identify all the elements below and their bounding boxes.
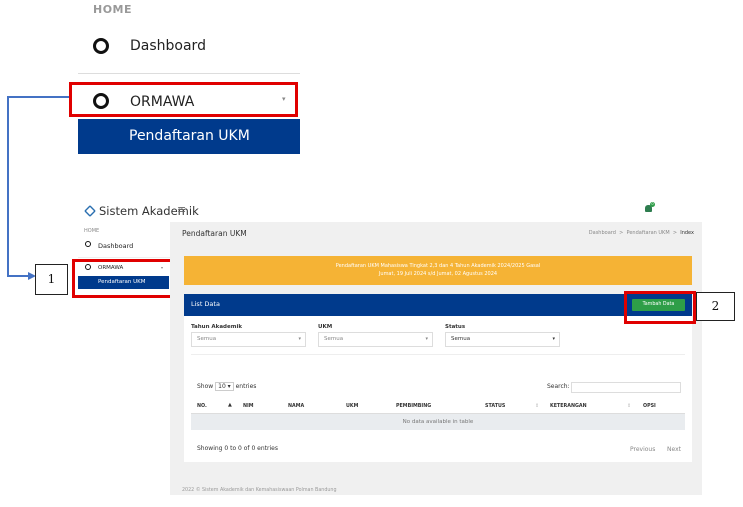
column-header-nim[interactable]: NIM	[243, 404, 254, 409]
show-label: Show	[197, 383, 214, 390]
filter-status-label: Status	[445, 324, 466, 330]
breadcrumb-index: Index	[680, 230, 694, 236]
sort-icon: ⇕	[627, 403, 632, 409]
breadcrumb-dashboard[interactable]: Dashboard	[589, 230, 616, 236]
circle-icon	[85, 241, 91, 247]
filter-tahun-value: Semua	[197, 336, 217, 342]
page-length-select[interactable]: 10 ▾	[215, 382, 234, 391]
banner-line-2: Jumat, 19 Juli 2024 s/d Jumat, 02 Agustu…	[378, 271, 498, 277]
breadcrumb: Dashboard > Pendaftaran UKM > Index	[589, 230, 694, 236]
banner-line-1: Pendaftaran UKM Mahasiswa Tingkat 2,3 da…	[335, 263, 541, 269]
column-header-no[interactable]: NO.	[197, 404, 207, 409]
filter-status-value: Semua	[451, 336, 471, 342]
breadcrumb-separator: >	[672, 230, 678, 236]
callout-number-2: 2	[696, 292, 735, 321]
highlight-add-button	[624, 291, 696, 324]
filter-ukm-select[interactable]: Semua ▾	[318, 332, 433, 347]
breadcrumb-separator: >	[619, 230, 624, 236]
previous-page-button[interactable]: Previous	[630, 446, 655, 453]
announcement-banner: Pendaftaran UKM Mahasiswa Tingkat 2,3 da…	[184, 256, 692, 285]
sidebar-dashboard-link[interactable]: Dashboard	[98, 242, 133, 250]
column-header-keterangan[interactable]: KETERANGAN	[550, 404, 587, 409]
list-title: List Data	[191, 300, 220, 308]
sort-asc-icon: ▲	[228, 402, 232, 408]
main-content: Pendaftaran UKM Dashboard > Pendaftaran …	[170, 222, 702, 495]
entries-label: entries	[235, 383, 257, 390]
list-card: List Data Tambah Data Tahun Akademik Sem…	[184, 294, 692, 462]
search-label: Search:	[547, 383, 570, 390]
table-empty-row: No data available in table	[191, 414, 685, 430]
filter-divider	[191, 354, 685, 355]
filter-tahun-label: Tahun Akademik	[191, 324, 242, 330]
page-footer: 2022 © Sistem Akademik dan Kemahasiswaan…	[182, 488, 337, 493]
chevron-down-icon: ▾	[425, 336, 428, 342]
breadcrumb-pendaftaran[interactable]: Pendaftaran UKM	[627, 230, 670, 236]
chevron-down-icon: ▾	[552, 336, 555, 342]
length-control: Show 10 ▾ entries	[197, 382, 257, 391]
sidebar-home-label: HOME	[84, 228, 100, 234]
sidebar-divider	[78, 257, 170, 258]
column-header-status[interactable]: STATUS	[485, 404, 505, 409]
search-input[interactable]	[571, 382, 681, 393]
next-page-button[interactable]: Next	[667, 446, 681, 453]
page-title: Pendaftaran UKM	[182, 229, 247, 238]
page-length-value: 10	[218, 383, 226, 390]
table-info: Showing 0 to 0 of 0 entries	[197, 445, 278, 452]
highlight-sidebar-ormawa	[72, 259, 178, 298]
sort-icon: ⇕	[535, 403, 540, 409]
column-header-nama[interactable]: NAMA	[288, 404, 304, 409]
column-header-pembimbing[interactable]: PEMBIMBING	[396, 404, 431, 409]
filter-ukm-value: Semua	[324, 336, 344, 342]
column-header-opsi[interactable]: OPSI	[643, 404, 656, 409]
hamburger-menu-icon[interactable]: ≡	[177, 203, 186, 216]
filter-ukm-label: UKM	[318, 324, 333, 330]
list-card-header: List Data Tambah Data	[184, 294, 692, 316]
filter-status-select[interactable]: Semua ▾	[445, 332, 560, 347]
callout-number-1: 1	[35, 264, 68, 295]
notification-badge: 0	[650, 202, 655, 207]
column-header-ukm[interactable]: UKM	[346, 404, 358, 409]
filter-tahun-select[interactable]: Semua ▾	[191, 332, 306, 347]
chevron-down-icon: ▾	[298, 336, 301, 342]
